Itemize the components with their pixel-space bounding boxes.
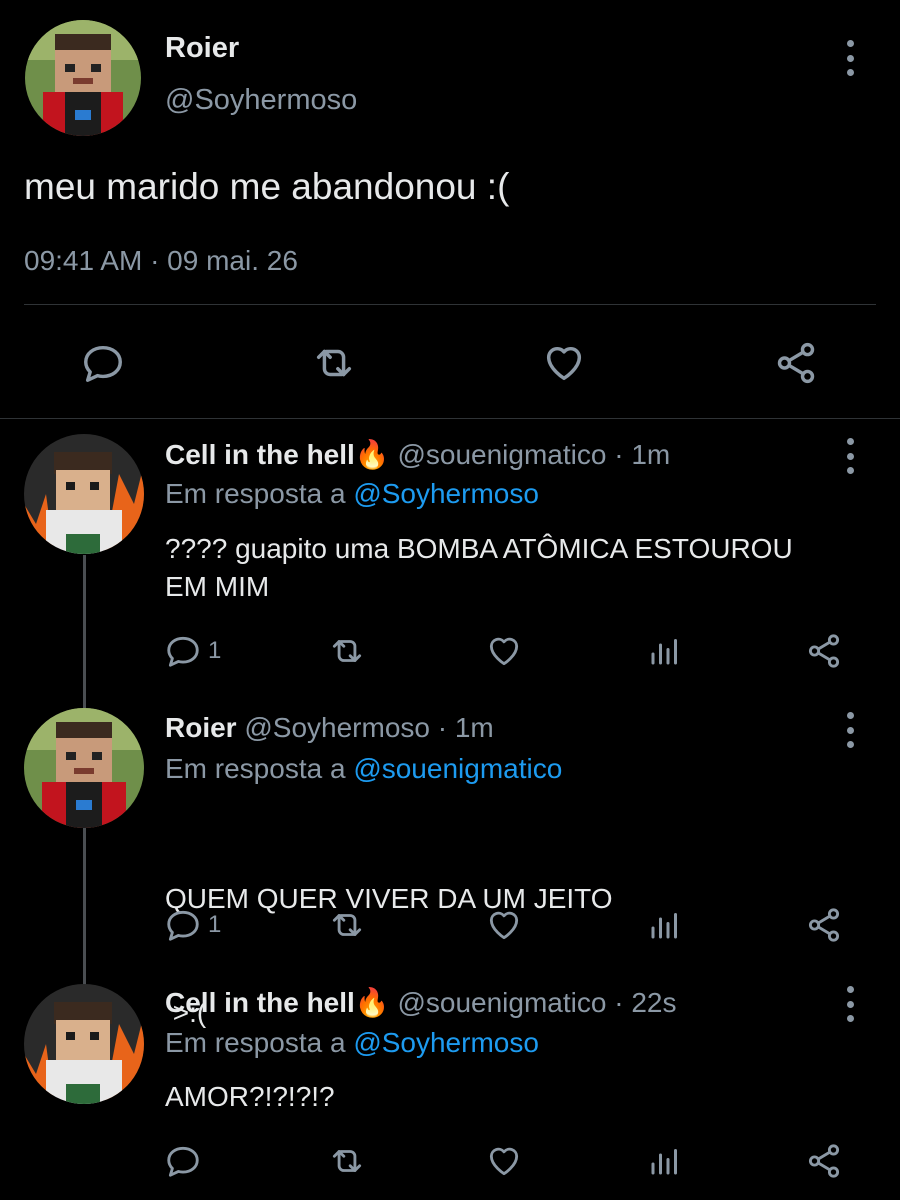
fire-emoji: 🔥: [354, 439, 390, 470]
divider: [24, 304, 876, 305]
reply-to-link[interactable]: @souenigmatico: [353, 753, 562, 784]
avatar-roier[interactable]: [25, 20, 141, 136]
like-icon[interactable]: [484, 632, 524, 670]
avatar-roier[interactable]: [24, 708, 144, 828]
reply-prefix: Em resposta a: [165, 753, 346, 784]
reply-header: Roier @Soyhermoso · 1m: [165, 712, 494, 744]
reply-author-name[interactable]: Cell in the hell: [165, 439, 355, 470]
retweet-icon[interactable]: [327, 1142, 367, 1180]
reply-author-name[interactable]: Roier: [165, 712, 237, 743]
reply-time: · 1m: [437, 712, 494, 743]
reply-count: 1: [208, 911, 222, 938]
reply-text-line: EM MIM: [165, 571, 270, 602]
reply-to-link[interactable]: @Soyhermoso: [353, 1027, 539, 1058]
reply-text-line: QUEM QUER VIVER DA UM JEITO: [165, 883, 613, 914]
reply-time: · 22s: [614, 987, 677, 1018]
more-options-icon[interactable]: [840, 438, 860, 474]
retweet-icon[interactable]: [327, 632, 367, 670]
more-options-icon[interactable]: [840, 40, 860, 76]
reply-author-handle[interactable]: @Soyhermoso: [244, 712, 430, 743]
share-icon[interactable]: [804, 906, 844, 944]
fire-emoji: 🔥: [354, 987, 390, 1018]
like-icon[interactable]: [484, 906, 524, 944]
avatar-cell[interactable]: [24, 984, 144, 1104]
reply-to-link[interactable]: @Soyhermoso: [353, 478, 539, 509]
reply-text: ???? guapito uma BOMBA ATÔMICA ESTOUROU …: [165, 530, 793, 606]
analytics-icon[interactable]: [647, 1142, 683, 1180]
like-icon[interactable]: [484, 1142, 524, 1180]
avatar-cell[interactable]: [24, 434, 144, 554]
in-reply-to: Em resposta a @Soyhermoso: [165, 478, 539, 510]
author-name[interactable]: Roier: [165, 32, 239, 65]
reply-prefix: Em resposta a: [165, 478, 346, 509]
reply-icon[interactable]: [164, 1142, 202, 1180]
divider: [0, 418, 900, 419]
reply-time: · 1m: [614, 439, 671, 470]
like-icon[interactable]: [540, 340, 588, 386]
more-options-icon[interactable]: [840, 712, 860, 748]
more-options-icon[interactable]: [840, 986, 860, 1022]
reply-text: AMOR?!?!?!?: [165, 1081, 335, 1112]
reply-prefix: Em resposta a: [165, 1027, 346, 1058]
reply-icon[interactable]: [164, 632, 202, 670]
reply-header: Cell in the hell🔥 @souenigmatico · 1m: [165, 438, 670, 471]
share-icon[interactable]: [804, 632, 844, 670]
tweet-timestamp[interactable]: 09:41 AM · 09 mai. 26: [24, 245, 298, 277]
reply-text-line: ???? guapito uma BOMBA ATÔMICA ESTOUROU: [165, 533, 793, 564]
share-icon[interactable]: [804, 1142, 844, 1180]
reply-author-name[interactable]: Cell in the hell: [165, 987, 355, 1018]
reply-author-handle[interactable]: @souenigmatico: [397, 439, 606, 470]
reply-icon[interactable]: [164, 906, 202, 944]
in-reply-to: Em resposta a @souenigmatico: [165, 753, 562, 785]
analytics-icon[interactable]: [647, 632, 683, 670]
tweet-text: meu marido me abandonou :(: [24, 166, 510, 207]
retweet-icon[interactable]: [310, 340, 358, 386]
analytics-icon[interactable]: [647, 906, 683, 944]
share-icon[interactable]: [772, 340, 820, 386]
in-reply-to: Em resposta a @Soyhermoso: [165, 1027, 539, 1059]
author-handle[interactable]: @Soyhermoso: [165, 84, 357, 117]
reply-icon[interactable]: [80, 340, 126, 386]
reply-header: Cell in the hell🔥 @souenigmatico · 22s: [165, 986, 676, 1019]
retweet-icon[interactable]: [327, 906, 367, 944]
reply-author-handle[interactable]: @souenigmatico: [397, 987, 606, 1018]
reply-count: 1: [208, 637, 222, 664]
